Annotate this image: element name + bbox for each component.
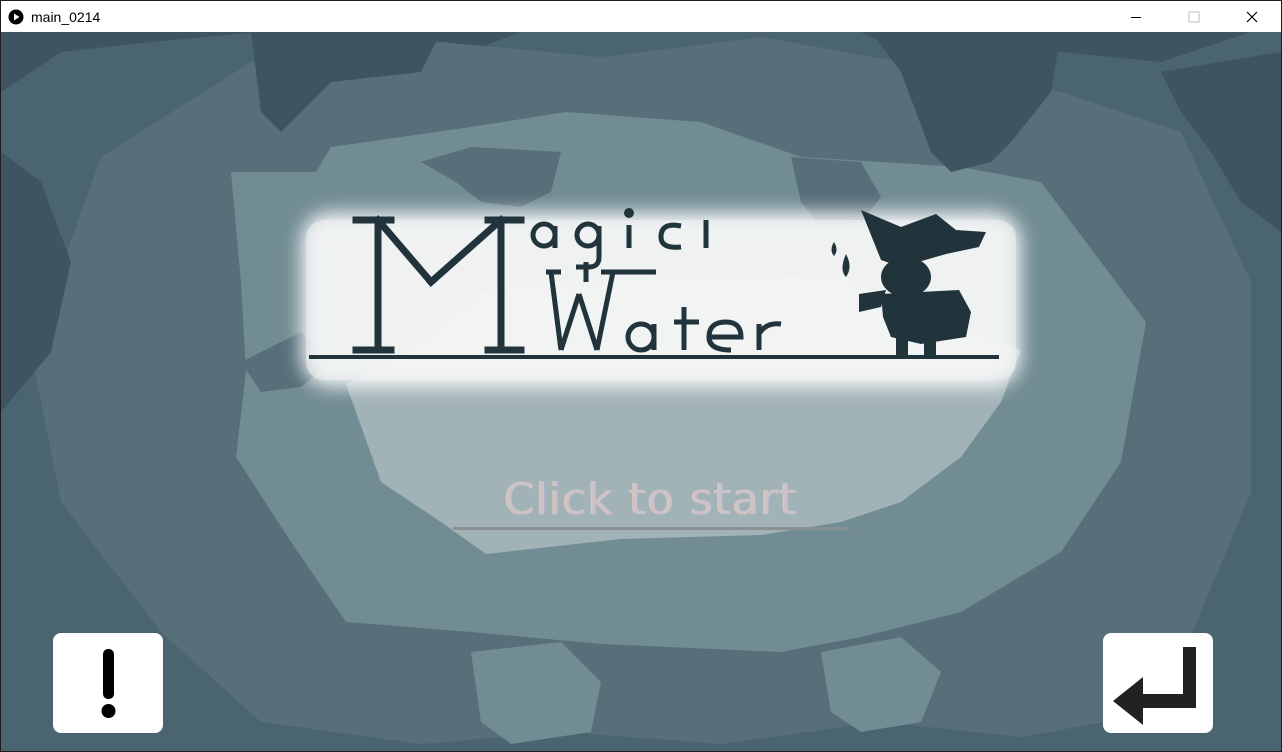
minimize-icon [1131, 16, 1141, 18]
app-play-icon [8, 9, 24, 25]
cave-background [1, 32, 1281, 751]
minimize-button[interactable] [1107, 1, 1165, 32]
title-bar[interactable]: main_0214 [1, 1, 1281, 32]
exclamation-icon [101, 649, 116, 718]
close-button[interactable] [1223, 1, 1281, 32]
maximize-icon [1188, 11, 1200, 22]
game-canvas[interactable]: Click to start [1, 32, 1281, 751]
return-arrow-icon [1113, 647, 1196, 725]
info-button[interactable] [53, 633, 163, 733]
window-title: main_0214 [31, 9, 101, 25]
close-icon [1246, 11, 1258, 22]
return-button[interactable] [1103, 633, 1213, 733]
start-prompt[interactable]: Click to start [453, 472, 849, 528]
maximize-button[interactable] [1165, 1, 1223, 32]
game-window: main_0214 Click to start [0, 0, 1282, 752]
start-prompt-underline [453, 527, 849, 530]
